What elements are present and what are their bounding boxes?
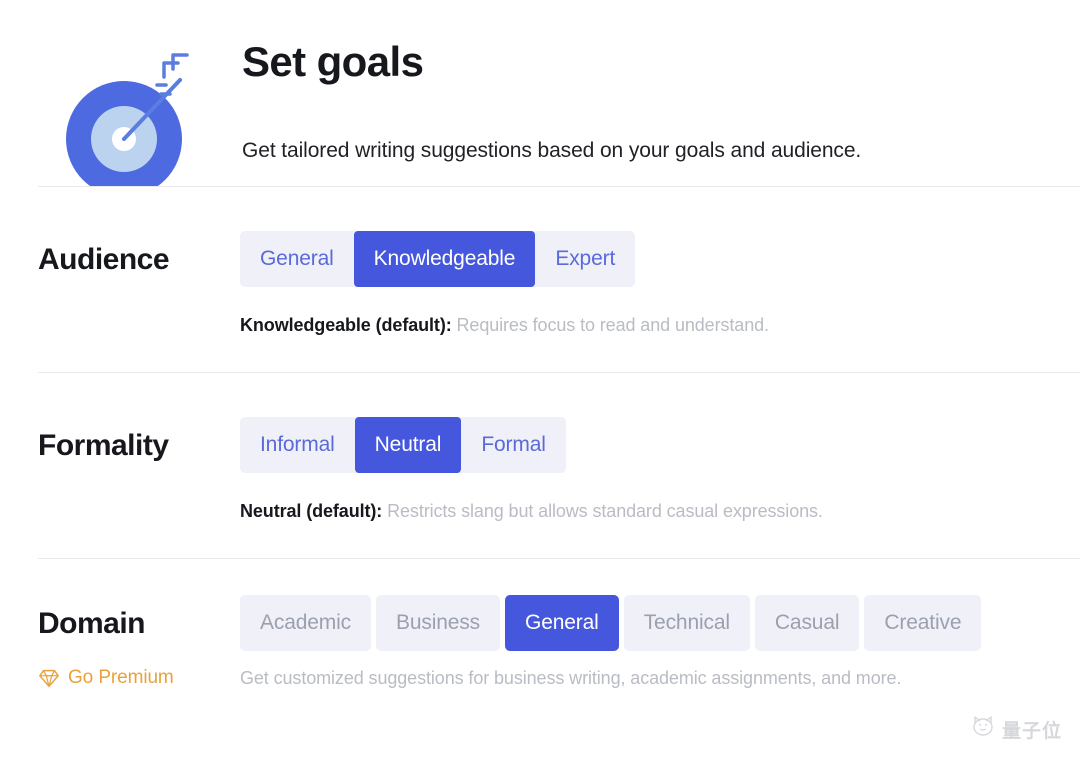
formality-option-neutral[interactable]: Neutral (354, 417, 462, 473)
go-premium-button[interactable]: Go Premium (38, 667, 240, 689)
cat-face-icon (971, 715, 997, 743)
formality-option-formal[interactable]: Formal (461, 417, 565, 473)
domain-option-casual[interactable]: Casual (754, 595, 860, 651)
audience-segmented-control[interactable]: General Knowledgeable Expert (240, 231, 636, 287)
section-formality: Formality Informal Neutral Formal Neutra… (0, 373, 1080, 558)
audience-hint-rest: Requires focus to read and understand. (451, 315, 770, 335)
target-with-arrow-icon (40, 34, 190, 228)
section-domain: Domain Academic Business General Technic… (0, 559, 1080, 651)
premium-row: Go Premium Get customized suggestions fo… (0, 651, 1080, 689)
domain-segmented-control[interactable]: Academic Business General Technical Casu… (240, 595, 982, 651)
formality-hint: Neutral (default): Restricts slang but a… (240, 473, 1080, 523)
domain-option-creative[interactable]: Creative (864, 595, 982, 651)
page-subtitle: Get tailored writing suggestions based o… (242, 139, 862, 163)
formality-segmented-control[interactable]: Informal Neutral Formal (240, 417, 566, 473)
audience-hint: Knowledgeable (default): Requires focus … (240, 287, 1080, 337)
watermark: 量子位 (971, 715, 1062, 743)
section-audience: Audience General Knowledgeable Expert Kn… (0, 187, 1080, 372)
watermark-text: 量子位 (1001, 719, 1062, 742)
domain-option-technical[interactable]: Technical (623, 595, 750, 651)
audience-hint-bold: Knowledgeable (default): (240, 315, 452, 335)
section-label-audience: Audience (38, 243, 170, 276)
audience-option-general[interactable]: General (240, 231, 354, 287)
domain-option-academic[interactable]: Academic (240, 595, 372, 651)
diamond-icon (38, 667, 60, 689)
formality-hint-bold: Neutral (default): (240, 501, 383, 521)
section-label-formality: Formality (38, 429, 169, 462)
page-title: Set goals (242, 38, 424, 85)
page-header: Set goals Get tailored writing suggestio… (0, 0, 1080, 228)
domain-option-business[interactable]: Business (376, 595, 501, 651)
audience-option-knowledgeable[interactable]: Knowledgeable (353, 231, 536, 287)
domain-option-general[interactable]: General (505, 595, 619, 651)
formality-option-informal[interactable]: Informal (240, 417, 355, 473)
premium-hint: Get customized suggestions for business … (240, 667, 902, 688)
section-label-domain: Domain (38, 607, 146, 640)
audience-option-expert[interactable]: Expert (535, 231, 635, 287)
formality-hint-rest: Restricts slang but allows standard casu… (382, 501, 823, 521)
go-premium-label: Go Premium (68, 667, 174, 688)
